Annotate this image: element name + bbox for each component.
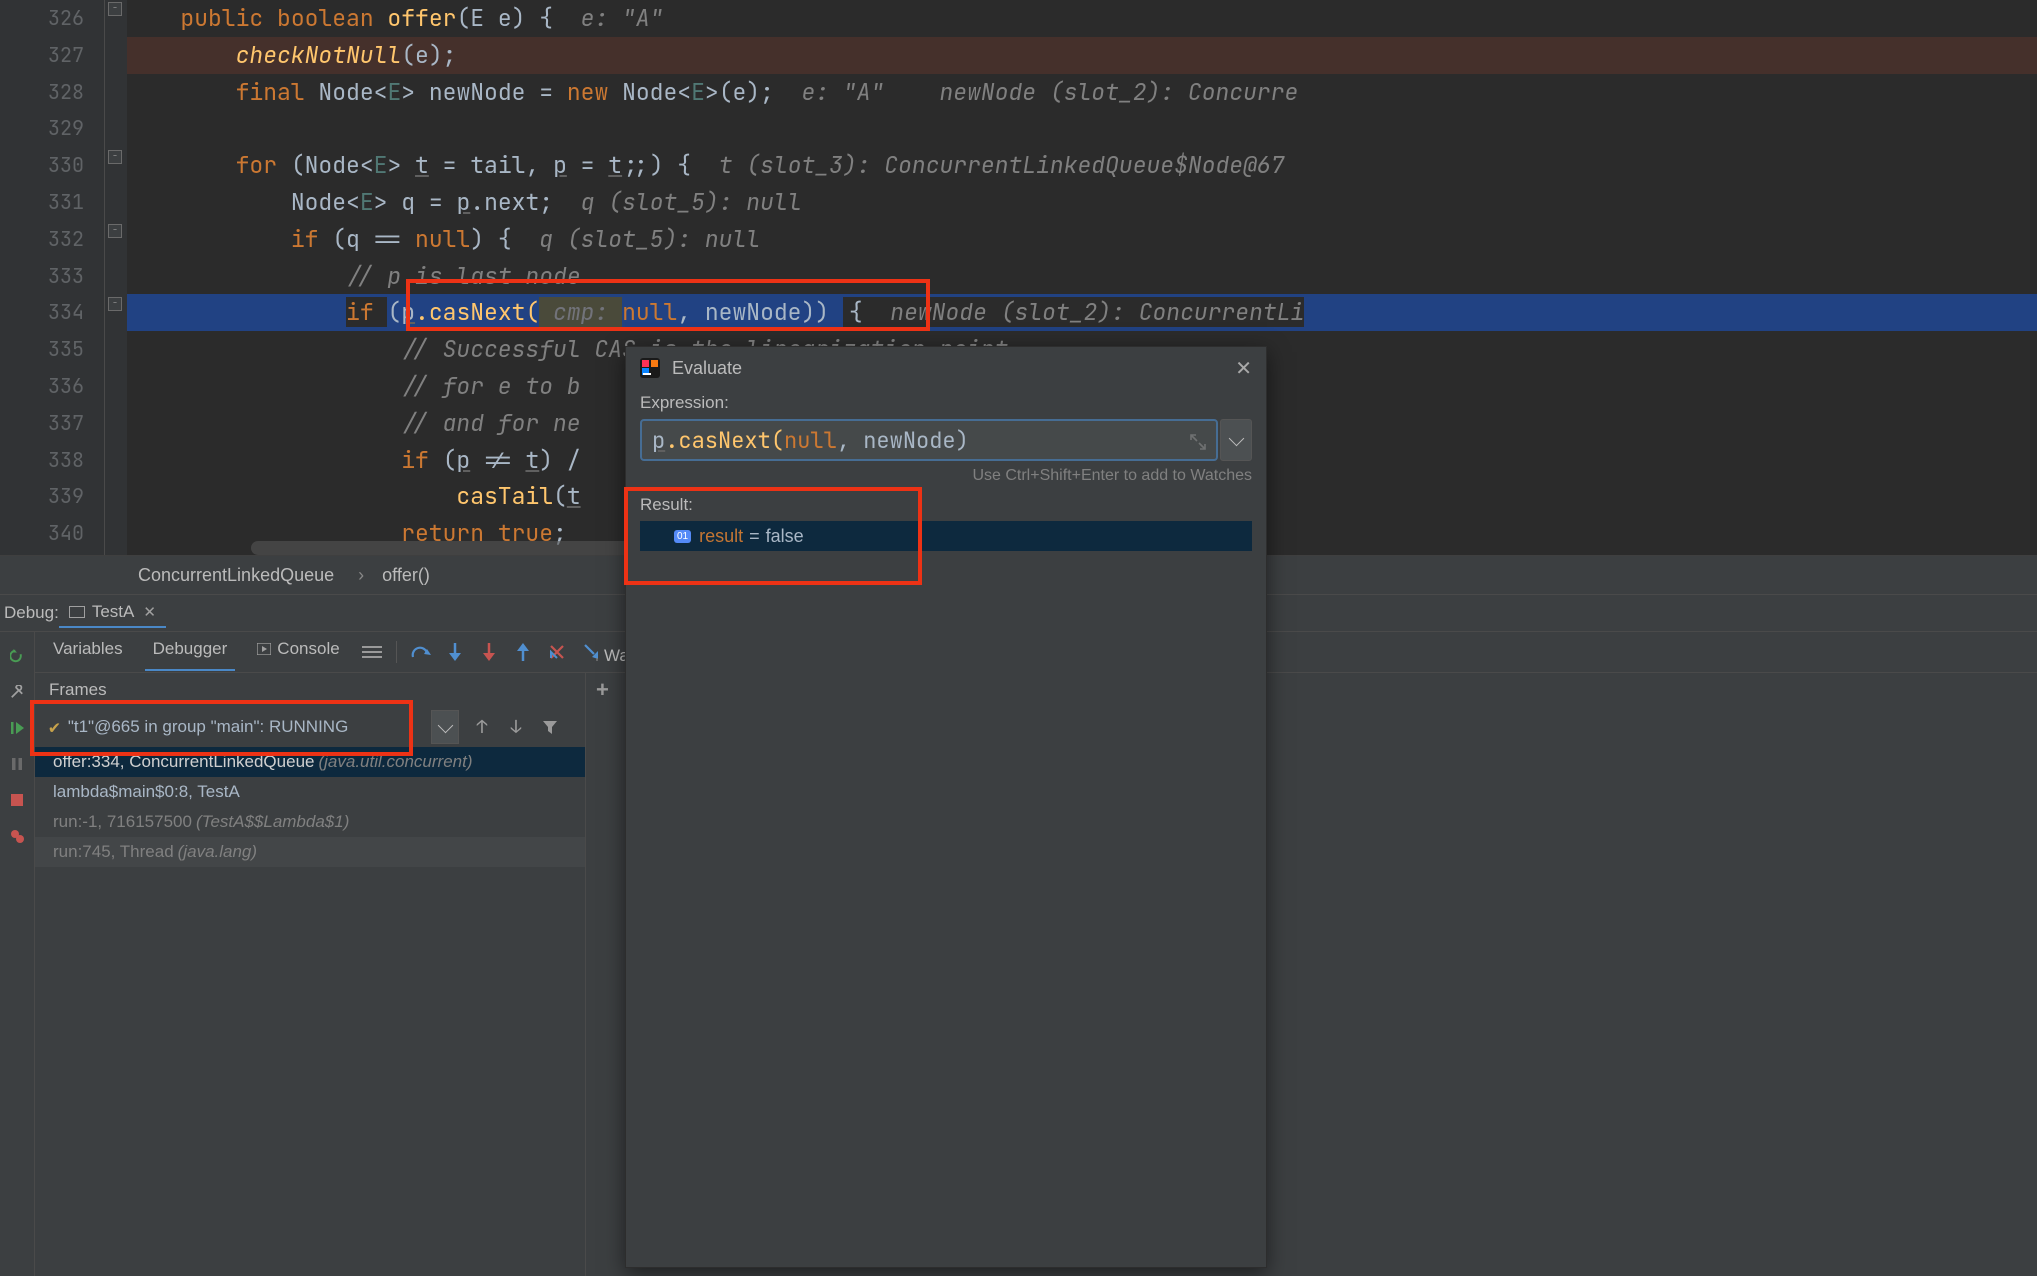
next-frame-button[interactable]: ↓ (505, 716, 527, 738)
chevron-down-icon (1228, 430, 1244, 446)
console-icon (257, 643, 271, 655)
rerun-button[interactable] (5, 644, 29, 668)
frame-row[interactable]: offer:334, ConcurrentLinkedQueue (java.u… (35, 747, 585, 777)
fold-marker[interactable]: - (108, 2, 122, 16)
fold-gutter: - - - - (105, 0, 127, 555)
filter-frames-button[interactable] (539, 716, 561, 738)
rerun-icon (10, 649, 24, 663)
breadcrumb-sep: › (350, 562, 372, 589)
line-number[interactable]: 338 (0, 442, 104, 479)
evaluate-dialog[interactable]: Evaluate ✕ Expression: p.casNext(null, n… (625, 346, 1267, 1268)
breadcrumb-class[interactable]: ConcurrentLinkedQueue (130, 562, 342, 589)
prev-frame-button[interactable]: ↑ (471, 716, 493, 738)
code-line-334-current[interactable]: if (p.casNext( cmp: null, newNode)) { ne… (127, 294, 2037, 331)
thread-label[interactable]: ✔ "t1"@665 in group "main": RUNNING (43, 711, 419, 743)
debug-left-toolbar (0, 632, 35, 1276)
code-line-332[interactable]: if (q == null) { q (slot_5): null (127, 221, 2037, 258)
line-number[interactable]: 339 (0, 478, 104, 515)
frame-row[interactable]: lambda$main$0:8, TestA (35, 777, 585, 807)
variables-tab[interactable]: Variables (45, 633, 131, 671)
code-line-333[interactable]: // p is last node (127, 258, 2037, 295)
fold-marker[interactable]: - (108, 224, 122, 238)
evaluate-title: Evaluate (672, 358, 1223, 379)
expression-input[interactable]: p.casNext(null, newNode) (640, 419, 1218, 461)
resume-button[interactable] (5, 716, 29, 740)
force-step-into-button[interactable] (479, 642, 499, 662)
line-number[interactable]: 329 (0, 110, 104, 147)
close-icon[interactable]: ✕ (1235, 356, 1252, 381)
frame-row[interactable]: run:-1, 716157500 (TestA$$Lambda$1) (35, 807, 585, 837)
expression-label: Expression: (640, 393, 1252, 413)
application-icon (69, 606, 85, 618)
breadcrumb-method[interactable]: offer() (374, 562, 438, 589)
settings-button[interactable] (5, 680, 29, 704)
debug-config-tab[interactable]: TestA ✕ (59, 598, 166, 628)
intellij-icon (640, 358, 660, 378)
code-line-326[interactable]: public boolean offer(E e) { e: "A" (127, 0, 2037, 37)
code-line-327[interactable]: checkNotNull(e); (127, 37, 2037, 74)
line-number[interactable]: 332 (0, 221, 104, 258)
result-row[interactable]: 01 result = false (640, 521, 1252, 551)
pause-button[interactable] (5, 752, 29, 776)
add-watch-button[interactable]: + (596, 677, 609, 703)
horizontal-scrollbar[interactable] (251, 541, 651, 555)
value-badge-icon: 01 (674, 530, 691, 543)
code-line-329[interactable] (127, 110, 2037, 147)
thread-selector-row: ✔ "t1"@665 in group "main": RUNNING ↑ ↓ (35, 707, 585, 747)
line-number[interactable]: 333 (0, 258, 104, 295)
thread-dropdown-button[interactable] (431, 710, 459, 744)
step-over-button[interactable] (411, 642, 431, 662)
frames-pane: Frames ✔ "t1"@665 in group "main": RUNNI… (35, 673, 586, 1276)
line-number[interactable]: 327 (0, 37, 104, 74)
evaluate-title-bar[interactable]: Evaluate ✕ (626, 347, 1266, 389)
debug-tab-name: TestA (92, 602, 135, 622)
stop-button[interactable] (5, 788, 29, 812)
threads-icon[interactable] (362, 642, 382, 662)
line-number[interactable]: 337 (0, 405, 104, 442)
result-box: 01 result = false (640, 521, 1252, 551)
expression-row: p.casNext(null, newNode) (640, 419, 1252, 461)
result-label: Result: (640, 495, 1252, 515)
step-out-button[interactable] (513, 642, 533, 662)
fold-marker[interactable]: - (108, 150, 122, 164)
breakpoints-icon (10, 829, 24, 843)
evaluate-hint: Use Ctrl+Shift+Enter to add to Watches (640, 467, 1252, 485)
expression-history-button[interactable] (1220, 419, 1252, 461)
line-number[interactable]: 335 (0, 331, 104, 368)
line-number[interactable]: 331 (0, 184, 104, 221)
debugger-tab[interactable]: Debugger (145, 633, 236, 671)
chevron-down-icon (437, 717, 453, 733)
frame-row[interactable]: run:745, Thread (java.lang) (35, 837, 585, 867)
drop-frame-button[interactable] (547, 642, 567, 662)
view-breakpoints-button[interactable] (5, 824, 29, 848)
stop-icon (10, 793, 24, 807)
step-into-button[interactable] (445, 642, 465, 662)
ide-root: { "gutter": { "lines": [326,327,328,329,… (0, 0, 2037, 1276)
filter-icon (542, 719, 558, 735)
debug-label: Debug: (4, 603, 59, 623)
frames-header: Frames (35, 673, 585, 707)
line-number[interactable]: 336 (0, 368, 104, 405)
pause-icon (10, 757, 24, 771)
line-number[interactable]: 330 (0, 147, 104, 184)
line-number[interactable]: 340 (0, 515, 104, 552)
frame-list: offer:334, ConcurrentLinkedQueue (java.u… (35, 747, 585, 1276)
line-number[interactable]: 328 (0, 74, 104, 111)
line-number[interactable]: 326 (0, 0, 104, 37)
evaluate-body: Expression: p.casNext(null, newNode) Use… (626, 393, 1266, 551)
check-icon: ✔ (49, 716, 60, 739)
code-line-328[interactable]: final Node<E> newNode = new Node<E>(e); … (127, 74, 2037, 111)
fold-marker[interactable]: - (108, 297, 122, 311)
line-number[interactable]: 334 (0, 294, 104, 331)
resume-icon (10, 721, 24, 735)
code-line-330[interactable]: for (Node<E> t = tail, p = t;;) { t (slo… (127, 147, 2037, 184)
toolbar-separator (396, 641, 397, 663)
expand-icon[interactable] (1188, 430, 1208, 450)
close-tab-icon[interactable]: ✕ (143, 603, 156, 621)
code-line-331[interactable]: Node<E> q = p.next; q (slot_5): null (127, 184, 2037, 221)
wrench-icon (10, 685, 24, 699)
line-number-gutter: 326 327 328 329 330 331 332 333 334 335 … (0, 0, 105, 555)
console-tab[interactable]: Console (249, 633, 347, 671)
